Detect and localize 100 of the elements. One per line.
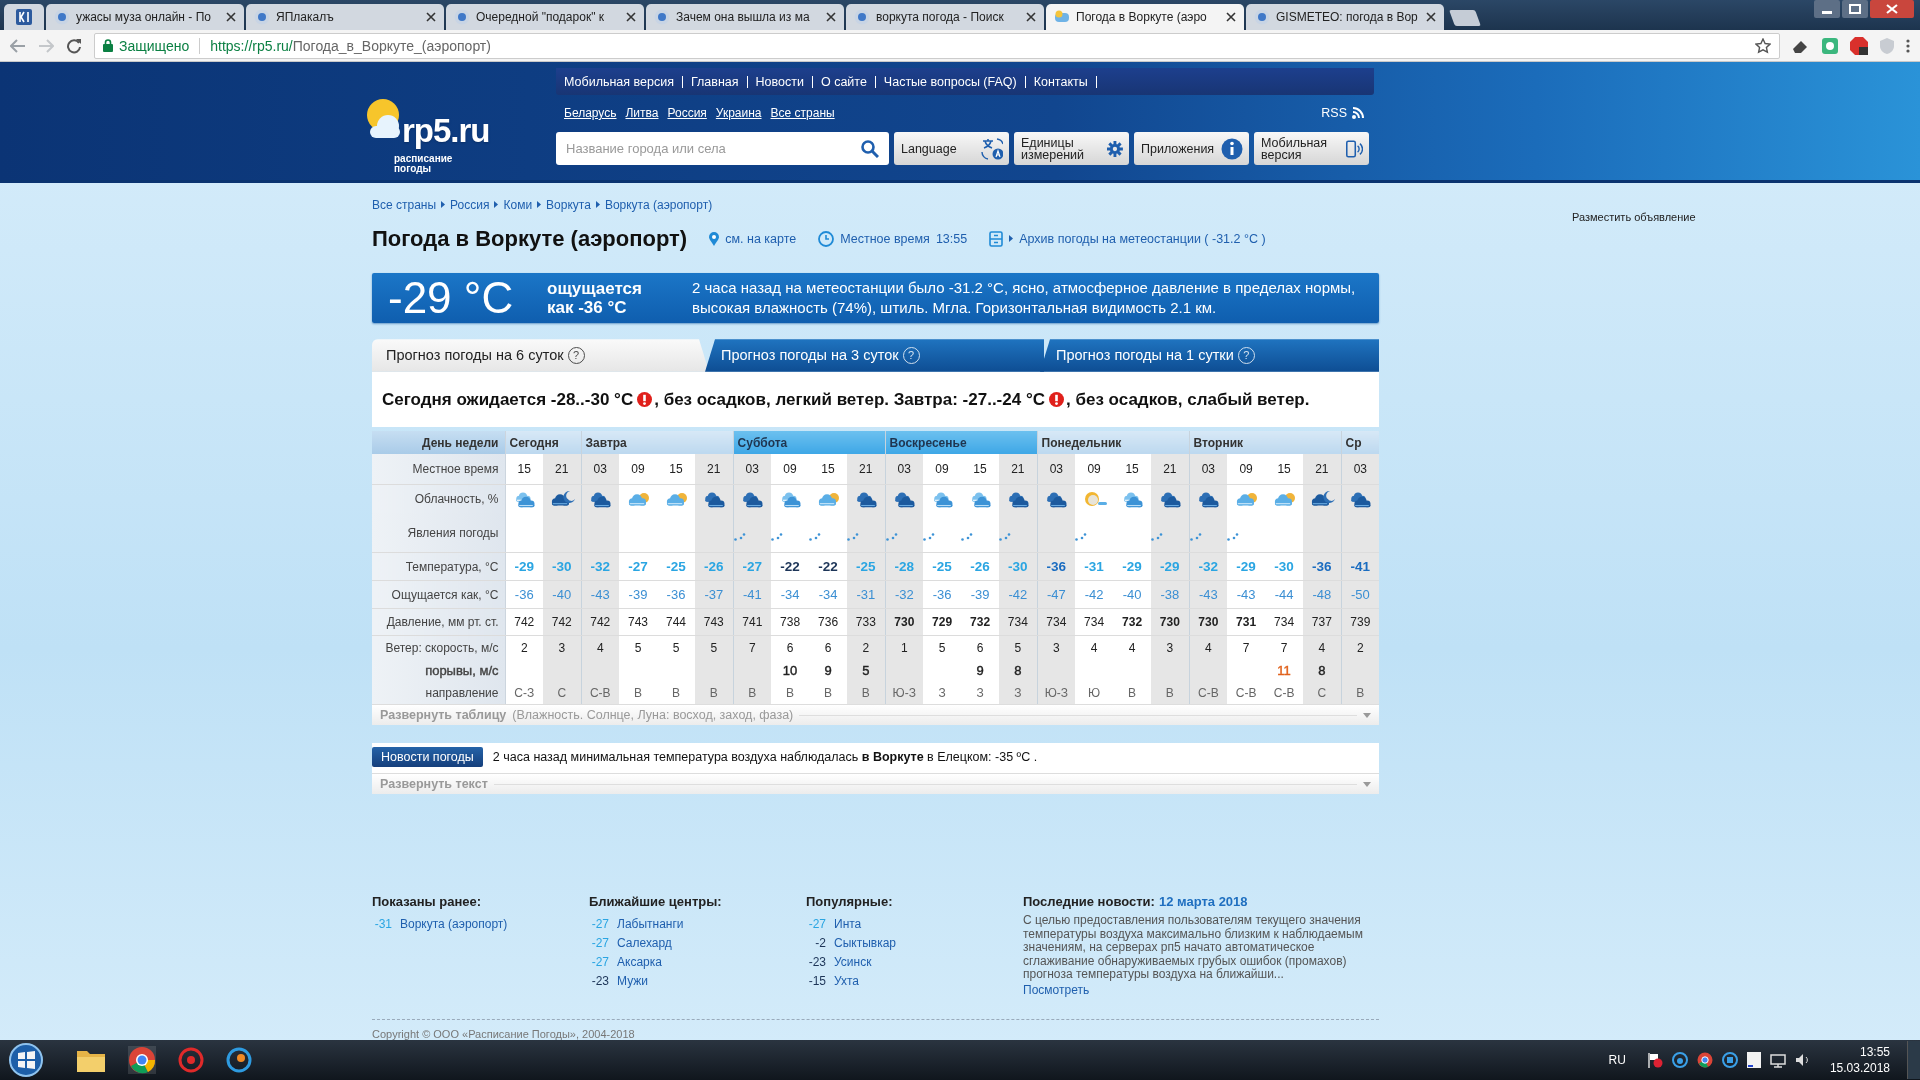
pressure-cell: 743 [619,609,657,636]
search-icon[interactable] [861,140,879,158]
time-cell: 09 [923,454,962,485]
toolbar-button[interactable]: Мобильная версия [1254,132,1369,165]
temperature-value: -27 [590,916,609,933]
tray-icon[interactable] [1721,1052,1738,1068]
new-tab-button[interactable] [1449,10,1481,26]
city-link[interactable]: Ухта [834,973,859,990]
country-link[interactable]: Все страны [770,106,835,120]
day-header: Воскресенье [885,431,1038,455]
volume-icon[interactable] [1794,1053,1811,1067]
security-label: Защищено [119,37,190,54]
pressure-cell: 737 [1303,609,1342,636]
city-link[interactable]: Инта [834,916,862,933]
nav-link[interactable]: Контакты [1033,74,1088,89]
close-icon[interactable] [1226,12,1236,22]
toolbar-button[interactable]: Приложения [1134,132,1249,165]
city-link[interactable]: Лабытнанги [617,916,684,933]
city-link[interactable]: Мужи [617,973,648,990]
breadcrumb-link[interactable]: Воркута [546,197,591,212]
breadcrumb-link[interactable]: Коми [503,197,533,212]
nav-link[interactable]: Мобильная версия [564,74,674,89]
app-icon[interactable] [178,1047,204,1073]
nav-link[interactable]: Главная [690,74,739,89]
flag-icon[interactable] [1646,1052,1663,1068]
expand-hint: (Влажность. Солнце, Луна: восход, заход, фаза) [512,708,794,723]
start-button[interactable] [6,1042,46,1078]
app-icon[interactable] [226,1047,252,1073]
browser-tab[interactable]: воркута погода - Поиск [846,4,1044,30]
nav-link[interactable]: Частые вопросы (FAQ) [883,74,1017,89]
language-indicator[interactable]: RU [1608,1053,1626,1067]
toolbar-button[interactable]: Language [894,132,1009,165]
breadcrumb-link[interactable]: Все страны [372,197,437,212]
advertise-link[interactable]: Разместить объявление [1572,211,1696,223]
browser-tab[interactable]: Зачем она вышла из ма [646,4,844,30]
maximize-button[interactable] [1842,0,1868,18]
country-link[interactable]: Россия [667,106,707,120]
caret-icon[interactable] [1363,782,1371,787]
nav-link[interactable]: О сайте [820,74,867,89]
tray-icon[interactable] [1746,1052,1761,1068]
browser-tab[interactable] [4,4,44,30]
menu-icon[interactable] [1906,38,1910,53]
country-link[interactable]: Беларусь [564,106,617,120]
time-cell: 15 [1113,454,1152,485]
news-date-link[interactable]: 12 марта 2018 [1158,894,1248,910]
forecast-tab[interactable]: Прогноз погоды на 1 сутки ? [1040,339,1379,372]
map-link[interactable]: см. на карте [709,231,797,246]
bookmark-star-icon[interactable] [1755,37,1771,54]
breadcrumb-link[interactable]: Воркута (аэропорт) [604,197,713,212]
breadcrumb-link[interactable]: Россия [450,197,490,212]
rss-link[interactable]: RSS [1321,106,1374,120]
row-label: порывы, м/с [372,660,505,682]
city-link[interactable]: Салехард [617,935,672,952]
browser-tab[interactable]: Погода в Воркуте (аэро [1046,4,1244,30]
close-icon[interactable] [226,12,236,22]
snow-icon [847,533,860,542]
time-cell: 03 [581,454,619,485]
temperature-cell: -29 [1113,553,1152,581]
close-icon[interactable] [826,12,836,22]
city-link[interactable]: Сыктывкар [834,935,897,952]
minimize-button[interactable] [1814,0,1840,18]
pressure-cell: 730 [885,609,924,636]
pressure-cell: 744 [657,609,695,636]
close-button[interactable] [1870,0,1914,18]
city-link[interactable]: Воркута (аэропорт) [400,916,508,933]
adblock-icon[interactable] [1850,36,1868,55]
address-field[interactable]: Защищено https://rp5.ru/Погода_в_Воркуте_(аэропорт) [94,32,1780,59]
city-link[interactable]: Усинск [834,954,872,971]
read-more-link[interactable]: Посмотреть [1023,983,1373,997]
browser-tab[interactable]: ужасы муза онлайн - По [46,4,244,30]
country-link[interactable]: Украина [715,106,762,120]
network-icon[interactable] [1769,1052,1786,1068]
tray-icon[interactable] [1671,1052,1688,1068]
browser-tab[interactable]: Очередной "подарок" к [446,4,644,30]
close-icon[interactable] [1026,12,1036,22]
reload-icon[interactable] [66,37,82,54]
archive-link[interactable]: Архив погоды на метеостанции ( -31.2 °C ) [989,230,1266,247]
site-logo[interactable]: rp5.ru [402,112,490,150]
browser-icon[interactable] [128,1046,156,1074]
forecast-tab[interactable]: Прогноз погоды на 3 суток ? [705,339,1044,372]
temperature-value: -27 [590,935,609,952]
news-badge[interactable]: Новости погоды [372,747,483,768]
browser-tab[interactable]: ЯПлакалъ [246,4,444,30]
country-link[interactable]: Литва [625,106,659,120]
browser-tab[interactable]: GISMETEO: погода в Вор [1246,4,1444,30]
nav-link[interactable]: Новости [755,74,804,89]
extension-icon[interactable] [1822,37,1838,54]
clock[interactable]: 13:55 15.03.2018 [1829,1044,1890,1076]
close-icon[interactable] [426,12,436,22]
favicon-icon [654,9,670,25]
caret-icon[interactable] [1363,713,1371,718]
close-icon[interactable] [1426,12,1436,22]
toolbar-button[interactable]: Единицы измерений [1014,132,1129,165]
row-label: Местное время [372,454,505,485]
sun-cloud-icon[interactable] [366,98,400,138]
city-link[interactable]: Аксарка [617,954,662,971]
forecast-tab[interactable]: Прогноз погоды на 6 суток ? [372,339,709,372]
close-icon[interactable] [626,12,636,22]
search-field[interactable]: Название города или села [556,132,889,165]
browser-icon[interactable] [1696,1052,1713,1068]
